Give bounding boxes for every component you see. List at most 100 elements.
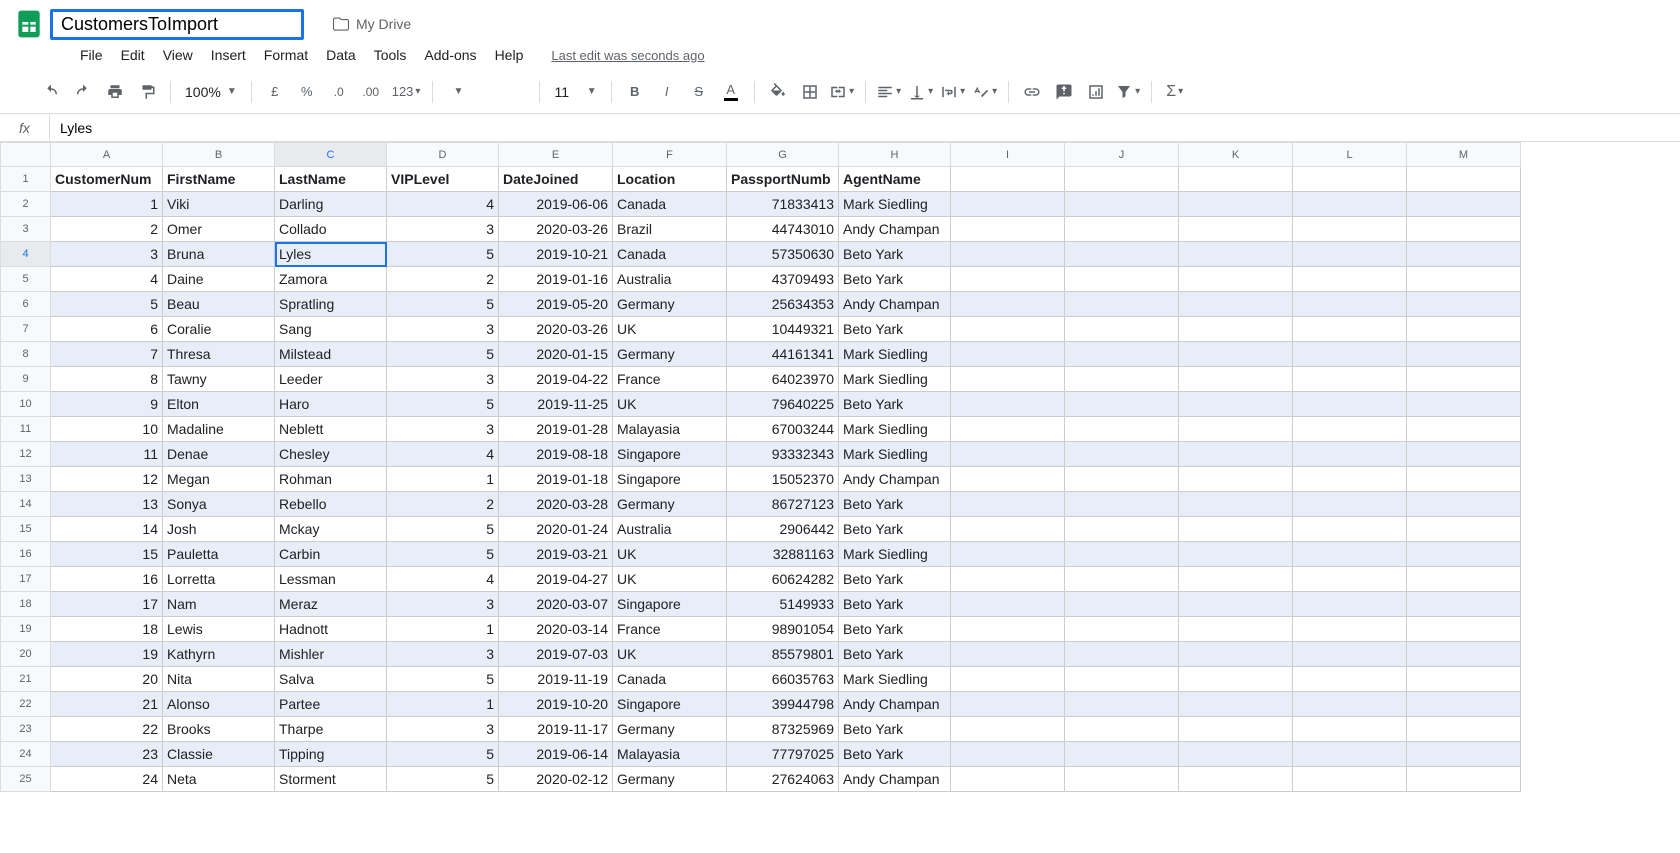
cell[interactable] (951, 667, 1065, 692)
cell[interactable]: 2019-07-03 (499, 642, 613, 667)
cell[interactable] (1179, 492, 1293, 517)
cell[interactable]: 2019-10-21 (499, 242, 613, 267)
cell[interactable]: Spratling (275, 292, 387, 317)
cell[interactable]: Megan (163, 467, 275, 492)
italic-button[interactable]: I (652, 77, 682, 107)
cell[interactable] (1065, 267, 1179, 292)
cell[interactable]: Beto Yark (839, 567, 951, 592)
row-header-16[interactable]: 16 (1, 542, 51, 567)
cell[interactable] (951, 442, 1065, 467)
row-header-9[interactable]: 9 (1, 367, 51, 392)
cell[interactable]: Nita (163, 667, 275, 692)
cell[interactable]: Tawny (163, 367, 275, 392)
header-cell[interactable]: FirstName (163, 167, 275, 192)
cell[interactable]: UK (613, 567, 727, 592)
cell[interactable]: Sonya (163, 492, 275, 517)
cell[interactable] (1293, 292, 1407, 317)
cell[interactable]: 5 (387, 767, 499, 792)
cell[interactable]: Lewis (163, 617, 275, 642)
cell[interactable] (1179, 292, 1293, 317)
cell[interactable]: 19 (51, 642, 163, 667)
row-header-7[interactable]: 7 (1, 317, 51, 342)
cell[interactable] (1293, 267, 1407, 292)
col-header-C[interactable]: C (275, 143, 387, 167)
cell[interactable]: Neblett (275, 417, 387, 442)
cell[interactable]: 3 (387, 592, 499, 617)
cell[interactable] (1065, 517, 1179, 542)
cell[interactable]: Darling (275, 192, 387, 217)
cell[interactable] (1179, 442, 1293, 467)
drive-location[interactable]: My Drive (332, 15, 411, 33)
cell[interactable] (1407, 217, 1521, 242)
cell[interactable]: 57350630 (727, 242, 839, 267)
cell[interactable] (1179, 642, 1293, 667)
redo-button[interactable] (68, 77, 98, 107)
cell[interactable] (1407, 342, 1521, 367)
row-header-2[interactable]: 2 (1, 192, 51, 217)
row-header-21[interactable]: 21 (1, 667, 51, 692)
row-header-6[interactable]: 6 (1, 292, 51, 317)
cell[interactable]: 3 (387, 417, 499, 442)
cell[interactable]: France (613, 367, 727, 392)
cell[interactable] (1179, 217, 1293, 242)
cell[interactable] (1407, 717, 1521, 742)
row-header-23[interactable]: 23 (1, 717, 51, 742)
cell[interactable]: 32881163 (727, 542, 839, 567)
col-header-G[interactable]: G (727, 143, 839, 167)
cell[interactable]: 2 (51, 217, 163, 242)
cell[interactable]: Leeder (275, 367, 387, 392)
cell[interactable]: 98901054 (727, 617, 839, 642)
cell[interactable] (1407, 567, 1521, 592)
cell[interactable]: UK (613, 392, 727, 417)
cell[interactable]: Mark Siedling (839, 442, 951, 467)
cell[interactable] (951, 467, 1065, 492)
row-header-24[interactable]: 24 (1, 742, 51, 767)
cell[interactable]: UK (613, 317, 727, 342)
cell[interactable] (1179, 392, 1293, 417)
insert-link-button[interactable] (1017, 77, 1047, 107)
borders-button[interactable] (795, 77, 825, 107)
cell[interactable]: Singapore (613, 467, 727, 492)
cell[interactable]: 2020-03-28 (499, 492, 613, 517)
header-cell[interactable]: DateJoined (499, 167, 613, 192)
cell[interactable]: 2019-01-16 (499, 267, 613, 292)
cell[interactable]: Beto Yark (839, 617, 951, 642)
header-cell[interactable]: CustomerNum (51, 167, 163, 192)
cell[interactable] (1179, 342, 1293, 367)
cell[interactable]: 2020-02-12 (499, 767, 613, 792)
cell[interactable]: 24 (51, 767, 163, 792)
cell[interactable] (951, 292, 1065, 317)
cell[interactable] (1065, 192, 1179, 217)
cell[interactable]: 10 (51, 417, 163, 442)
undo-button[interactable] (36, 77, 66, 107)
cell[interactable]: Mark Siedling (839, 192, 951, 217)
cell[interactable] (1293, 317, 1407, 342)
cell[interactable]: Australia (613, 517, 727, 542)
cell[interactable]: 9 (51, 392, 163, 417)
cell[interactable] (1065, 667, 1179, 692)
cell[interactable] (1065, 617, 1179, 642)
cell[interactable]: Germany (613, 492, 727, 517)
cell[interactable]: 6 (51, 317, 163, 342)
cell[interactable]: UK (613, 642, 727, 667)
col-header-F[interactable]: F (613, 143, 727, 167)
row-header-10[interactable]: 10 (1, 392, 51, 417)
cell[interactable] (1179, 717, 1293, 742)
cell[interactable] (1065, 442, 1179, 467)
menu-data[interactable]: Data (318, 43, 364, 67)
cell[interactable]: 5 (387, 742, 499, 767)
cell[interactable]: Lyles (275, 242, 387, 267)
cell[interactable]: Madaline (163, 417, 275, 442)
row-header-22[interactable]: 22 (1, 692, 51, 717)
cell[interactable]: Mark Siedling (839, 542, 951, 567)
cell[interactable]: Rohman (275, 467, 387, 492)
cell[interactable] (1179, 592, 1293, 617)
cell[interactable]: 5 (387, 292, 499, 317)
cell[interactable]: 13 (51, 492, 163, 517)
text-rotation-button[interactable]: ▾ (970, 77, 1000, 107)
header-cell[interactable]: AgentName (839, 167, 951, 192)
cell[interactable]: Zamora (275, 267, 387, 292)
cell[interactable]: Andy Champan (839, 217, 951, 242)
row-header-11[interactable]: 11 (1, 417, 51, 442)
cell[interactable] (1407, 692, 1521, 717)
